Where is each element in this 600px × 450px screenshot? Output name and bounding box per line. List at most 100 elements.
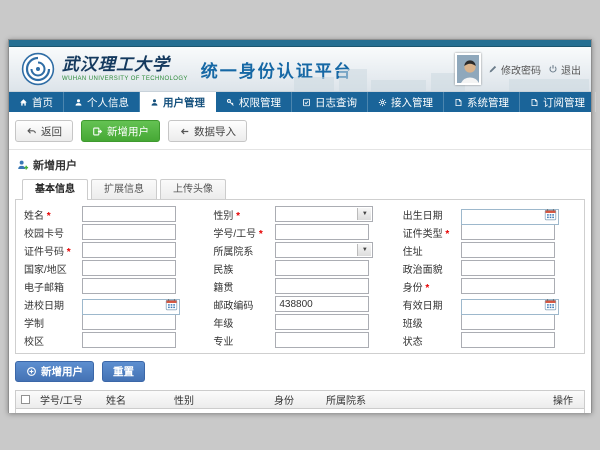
- calendar-icon[interactable]: [544, 298, 557, 311]
- campus-card-input[interactable]: [82, 224, 176, 240]
- reset-button-label: 重置: [113, 364, 134, 379]
- nav-tab-system-mgmt[interactable]: 系统管理: [444, 92, 520, 112]
- university-title-block: 武汉理工大学 WUHAN UNIVERSITY OF TECHNOLOGY: [62, 57, 188, 82]
- field-label: 学号/工号 *: [213, 225, 275, 240]
- table-header-cell: 操作: [549, 392, 584, 407]
- field-label: 政治面貌: [403, 261, 461, 276]
- campus-card-input-row: 校园卡号: [24, 224, 197, 240]
- table-header-cell: 姓名: [102, 392, 170, 407]
- address-input[interactable]: [461, 242, 555, 258]
- field-label: 专业: [213, 333, 275, 348]
- nav-tab-log-query[interactable]: 日志查询: [292, 92, 368, 112]
- department-select[interactable]: ▼: [275, 242, 373, 258]
- user-avatar[interactable]: [455, 53, 481, 85]
- calendar-icon[interactable]: [544, 208, 557, 221]
- tab-extended-info[interactable]: 扩展信息: [91, 179, 157, 199]
- tab-upload-avatar[interactable]: 上传头像: [160, 179, 226, 199]
- field-label: 电子邮箱: [24, 279, 82, 294]
- back-button-label: 返回: [41, 124, 62, 139]
- id-number-input[interactable]: [82, 242, 176, 258]
- app-header: 武汉理工大学 WUHAN UNIVERSITY OF TECHNOLOGY 统一…: [9, 47, 591, 92]
- id-number-input-row: 证件号码 *: [24, 242, 197, 258]
- nav-tab-personal-info[interactable]: 个人信息: [64, 92, 140, 112]
- form-panel-wrap: 基本信息扩展信息上传头像 姓名 *性别 *▼出生日期校园卡号学号/工号 *证件类…: [9, 177, 591, 354]
- country-region-input-row: 国家/地区: [24, 260, 197, 276]
- field-label: 身份 *: [403, 279, 461, 294]
- nav-tab-label: 日志查询: [315, 95, 357, 110]
- table-header-cell: 学号/工号: [36, 392, 102, 407]
- postal-code-input-row: 邮政编码: [213, 296, 386, 312]
- select-all-checkbox[interactable]: [21, 395, 30, 404]
- major-input[interactable]: [275, 332, 369, 348]
- key-icon: [226, 98, 235, 107]
- class-input[interactable]: [461, 314, 555, 330]
- id-type-input[interactable]: [461, 224, 555, 240]
- nav-tab-user-management[interactable]: 用户管理: [140, 92, 216, 112]
- status-input[interactable]: [461, 332, 555, 348]
- add-user-toolbar-button[interactable]: 新增用户: [81, 120, 160, 142]
- field-label: 所属院系: [213, 243, 275, 258]
- birth-date-input-wrap: [461, 206, 559, 222]
- campus-input[interactable]: [82, 332, 176, 348]
- chevron-down-icon[interactable]: ▼: [357, 208, 371, 220]
- calendar-icon[interactable]: [165, 298, 178, 311]
- nav-tab-home[interactable]: 首页: [9, 92, 64, 112]
- power-icon: [548, 64, 558, 74]
- schooling-length-input[interactable]: [82, 314, 176, 330]
- back-arrow-icon: [26, 126, 37, 137]
- grade-input[interactable]: [275, 314, 369, 330]
- chevron-down-icon[interactable]: ▼: [357, 244, 371, 256]
- nav-tab-subscription-mgmt[interactable]: 订阅管理: [520, 92, 596, 112]
- toolbar: 返回 新增用户 数据导入: [9, 112, 591, 149]
- field-label: 有效日期: [403, 297, 461, 312]
- required-asterisk: *: [233, 211, 240, 222]
- nav-tab-access-mgmt[interactable]: 接入管理: [368, 92, 444, 112]
- table-header-cell: 身份: [270, 392, 322, 407]
- nav-tab-label: 个人信息: [87, 95, 129, 110]
- country-region-input[interactable]: [82, 260, 176, 276]
- data-import-button[interactable]: 数据导入: [168, 120, 247, 142]
- nav-tab-label: 权限管理: [239, 95, 281, 110]
- tab-basic-info[interactable]: 基本信息: [22, 179, 88, 200]
- users-icon: [150, 98, 159, 107]
- ethnicity-input[interactable]: [275, 260, 369, 276]
- required-asterisk: *: [423, 283, 430, 294]
- reset-button[interactable]: 重置: [102, 361, 145, 382]
- name-input-row: 姓名 *: [24, 206, 197, 222]
- nav-tab-permission-mgmt[interactable]: 权限管理: [216, 92, 292, 112]
- gender-select[interactable]: ▼: [275, 206, 373, 222]
- university-logo: [21, 52, 55, 86]
- submit-add-user-button[interactable]: 新增用户: [15, 361, 94, 382]
- native-place-input[interactable]: [275, 278, 369, 294]
- add-user-icon: [92, 126, 103, 137]
- skyline-decoration: [294, 77, 334, 91]
- postal-code-input[interactable]: [275, 296, 369, 312]
- grade-input-row: 年级: [213, 314, 386, 330]
- university-name-en: WUHAN UNIVERSITY OF TECHNOLOGY: [62, 76, 188, 82]
- book-icon: [530, 98, 539, 107]
- table-header-cell: 所属院系: [322, 392, 549, 407]
- ethnicity-input-row: 民族: [213, 260, 386, 276]
- header-user-area: 修改密码 退出: [455, 53, 581, 85]
- field-label: 民族: [213, 261, 275, 276]
- gear-icon: [378, 98, 387, 107]
- schooling-length-input-row: 学制: [24, 314, 197, 330]
- change-password-link[interactable]: 修改密码: [488, 62, 541, 77]
- nav-tab-label: 首页: [32, 95, 53, 110]
- back-button[interactable]: 返回: [15, 120, 73, 142]
- logout-link[interactable]: 退出: [548, 62, 581, 77]
- field-label: 证件类型 *: [403, 225, 461, 240]
- name-input[interactable]: [82, 206, 176, 222]
- submit-add-user-label: 新增用户: [41, 364, 83, 379]
- email-input-row: 电子邮箱: [24, 278, 197, 294]
- window-accent-bar: [9, 40, 591, 47]
- address-input-row: 住址: [403, 242, 576, 258]
- political-status-input[interactable]: [461, 260, 555, 276]
- email-input[interactable]: [82, 278, 176, 294]
- student-id-input[interactable]: [275, 224, 369, 240]
- enroll-date-input-wrap: [82, 296, 180, 312]
- required-asterisk: *: [64, 247, 71, 258]
- skyline-decoration: [371, 80, 426, 91]
- identity-input[interactable]: [461, 278, 555, 294]
- university-name: 武汉理工大学: [62, 57, 188, 74]
